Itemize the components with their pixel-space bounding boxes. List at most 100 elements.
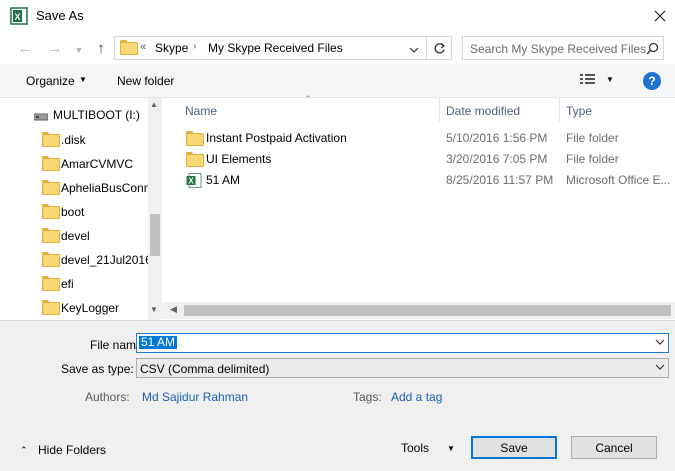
nav-item-label: .disk [61,133,86,147]
folder-icon [42,228,60,243]
folder-icon [120,40,138,55]
save-label: Save [500,440,528,455]
search-icon[interactable] [646,42,659,58]
folder-icon [42,300,60,315]
recent-locations-button[interactable]: ▼ [72,39,86,61]
authors-field[interactable]: Md Sajidur Rahman [142,390,248,404]
scroll-left-icon[interactable]: ◀ [170,304,177,315]
file-type: File folder [566,131,619,145]
column-divider[interactable] [559,98,560,122]
file-type: File folder [566,152,619,166]
arrow-left-icon: ← [17,39,33,57]
column-header-type[interactable]: Type [566,104,592,118]
save-as-type-label: Save as type: [61,362,134,376]
excel-file-icon: X [186,173,202,191]
help-icon: ? [648,74,656,88]
file-name: UI Elements [206,152,272,166]
chevron-down-icon[interactable] [655,363,665,371]
authors-label: Authors: [85,390,130,404]
chevron-up-icon: ⌃ [20,445,28,455]
title-bar: X Save As [0,0,675,32]
folder-icon [42,180,60,195]
organize-button[interactable]: Organize [26,74,75,88]
excel-app-icon: X [10,7,28,25]
back-button[interactable]: ← [14,37,36,59]
svg-text:X: X [14,12,20,22]
search-input[interactable]: Search My Skype Received Files [462,36,664,60]
chevron-down-icon[interactable]: ▼ [79,75,87,84]
usb-drive-icon [33,111,49,125]
scroll-down-icon[interactable]: ▼ [150,305,158,314]
new-folder-button[interactable]: New folder [117,74,174,88]
close-icon [654,10,666,22]
file-name: 51 AM [206,173,241,187]
save-as-type-value: CSV (Comma delimited) [140,362,270,376]
up-button[interactable]: ↑ [90,37,112,59]
details-view-icon [580,74,595,84]
file-name-value: 51 AM [139,335,178,349]
file-date: 8/25/2016 11:57 PM [446,173,554,187]
svg-text:X: X [188,177,194,186]
file-date: 3/20/2016 7:05 PM [446,152,548,166]
column-divider[interactable] [439,98,440,122]
folder-icon [42,204,60,219]
nav-item-label: devel_21Jul2016 [61,253,152,267]
breadcrumb-separator[interactable]: › [193,41,196,52]
nav-item-label: KeyLogger [61,301,120,315]
arrow-right-icon: → [47,39,63,57]
file-row[interactable]: UI Elements 3/20/2016 7:05 PM File folde… [182,149,675,169]
change-view-button[interactable] [579,72,597,89]
column-header-name[interactable]: Name [185,104,217,118]
hide-folders-label: Hide Folders [38,443,107,457]
chevron-down-icon: ▼ [74,45,84,55]
drive-label: MULTIBOOT (I:) [53,108,140,122]
address-bar[interactable]: « Skype › My Skype Received Files [114,36,452,60]
file-row[interactable]: Instant Postpaid Activation 5/10/2016 1:… [182,128,675,148]
folder-icon [42,132,60,147]
chevron-down-icon[interactable]: ▼ [606,75,614,84]
file-row[interactable]: X 51 AM 8/25/2016 11:57 PM Microsoft Off… [182,170,675,190]
window-title: Save As [36,8,84,23]
file-name: Instant Postpaid Activation [206,131,347,145]
nav-item-label: ApheliaBusConn [61,181,151,195]
nav-item-label: efi [61,277,74,291]
save-as-type-select[interactable]: CSV (Comma delimited) [136,358,669,378]
tags-field[interactable]: Add a tag [391,390,442,404]
breadcrumb-skype[interactable]: Skype [155,41,188,55]
folder-icon [42,252,60,267]
nav-vertical-scrollbar[interactable]: ▲ ▼ [148,98,162,320]
file-type: Microsoft Office E... [566,173,671,187]
tools-button[interactable]: Tools ▼ [401,441,455,455]
nav-item-label: devel [61,229,90,243]
file-date: 5/10/2016 1:56 PM [446,131,548,145]
scroll-thumb[interactable] [184,305,671,316]
close-button[interactable] [646,4,674,28]
breadcrumb-received-files[interactable]: My Skype Received Files [208,41,343,55]
help-button[interactable]: ? [643,72,661,90]
column-header-date[interactable]: Date modified [446,104,520,118]
chevron-down-icon[interactable] [655,338,665,346]
scroll-up-icon[interactable]: ▲ [150,100,158,109]
address-dropdown-button[interactable] [409,43,419,57]
scroll-thumb[interactable] [150,214,160,256]
refresh-icon [434,42,445,53]
folder-icon [42,276,60,291]
sort-ascending-icon: ⌃ [304,94,312,104]
arrow-up-icon: ↑ [97,39,105,57]
cancel-button[interactable]: Cancel [571,436,657,459]
file-list-horizontal-scrollbar[interactable]: ◀ [162,302,675,319]
nav-item-label: AmarCVMVC [61,157,134,171]
address-overflow[interactable]: « [140,41,146,53]
save-button[interactable]: Save [471,436,557,459]
cancel-label: Cancel [595,440,633,455]
chevron-down-icon: ▼ [447,444,455,453]
command-bar: Organize ▼ New folder ▼ ? [0,64,675,98]
nav-item-label: boot [61,205,85,219]
chevron-down-icon [409,47,419,53]
tools-label: Tools [401,441,430,455]
folder-icon [186,152,204,167]
file-name-input[interactable]: 51 AM [136,333,669,353]
forward-button[interactable]: → [44,37,66,59]
file-list: ⌃ Name Date modified Type Instant Postpa… [162,94,675,320]
refresh-button[interactable] [426,37,451,59]
